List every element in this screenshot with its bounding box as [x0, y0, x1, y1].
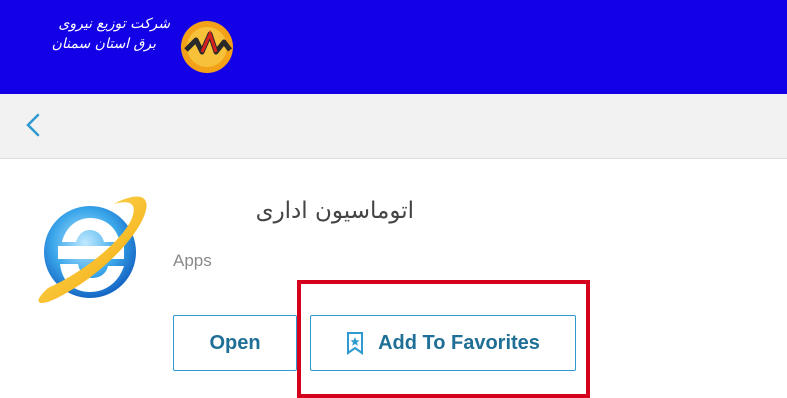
navigation-bar — [0, 94, 787, 159]
back-chevron-icon[interactable] — [20, 110, 46, 140]
company-name: شرکت توزیع نیروی برق استان سمنان — [20, 14, 170, 54]
internet-explorer-icon — [38, 196, 147, 304]
open-button[interactable]: Open — [173, 315, 297, 371]
company-logo-icon — [181, 21, 233, 73]
company-name-line2: برق استان سمنان — [51, 36, 156, 52]
app-title: اتوماسیون اداری — [255, 198, 414, 224]
highlight-box — [297, 280, 590, 398]
open-button-label: Open — [209, 331, 261, 354]
app-category: Apps — [173, 251, 212, 270]
company-name-line1: شرکت توزیع نیروی — [58, 16, 170, 32]
app-header: شرکت توزیع نیروی برق استان سمنان — [0, 0, 787, 94]
